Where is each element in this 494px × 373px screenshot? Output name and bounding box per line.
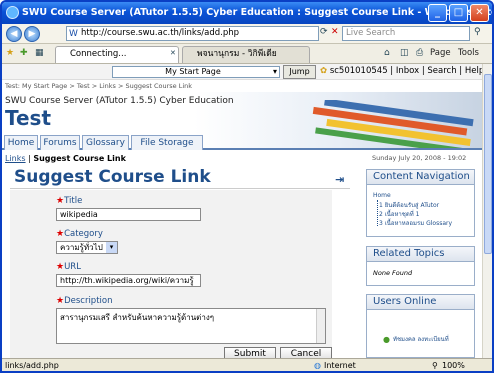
online-user[interactable]: ทัชมงคล ลงทะเบียนที่ (393, 334, 449, 344)
tab-forums[interactable]: Forums (40, 135, 80, 150)
jump-select[interactable]: My Start Page ▾ (112, 66, 280, 78)
course-nav-tabs: Home Forums Glossary File Storage (2, 134, 482, 150)
page-scrollbar[interactable] (482, 64, 492, 358)
tree-line (377, 200, 378, 226)
tab-file-storage[interactable]: File Storage (131, 135, 203, 150)
close-button[interactable]: ✕ (470, 4, 489, 22)
date-text: Sunday July 20, 2008 - 19:02 (372, 154, 467, 162)
tab-home[interactable]: Home (4, 135, 38, 150)
home-icon[interactable]: ⌂ (384, 48, 390, 58)
status-url: links/add.php (5, 361, 59, 370)
chevron-down-icon: ▾ (106, 242, 117, 253)
category-label: ★Category (56, 229, 103, 239)
title-label-text: Title (64, 196, 83, 206)
window-title: SWU Course Server (ATutor 1.5.5) Cyber E… (22, 7, 492, 18)
refresh-icon[interactable]: ⟳ (320, 27, 328, 37)
textarea-scrollbar[interactable] (316, 309, 325, 343)
stop-icon[interactable]: ✕ (331, 27, 339, 37)
users-online-title: Users Online (367, 295, 474, 310)
description-label: ★Description (56, 296, 113, 306)
scroll-thumb[interactable] (484, 74, 492, 254)
top-strip: My Start Page ▾ Jump ✿ sc501010545 | Inb… (2, 64, 482, 80)
title-label: ★Title (56, 196, 82, 206)
search-input[interactable]: Live Search (342, 26, 470, 41)
tab-glossary[interactable]: Glossary (82, 135, 129, 150)
users-online-box: Users Online ● ทัชมงคล ลงทะเบียนที่ (366, 294, 475, 358)
address-bar-row: ◀ ▶ W http://course.swu.ac.th/links/add.… (2, 24, 492, 44)
content-nav-item[interactable]: 3 เนื้อหาหลอมรม Glossary (379, 218, 452, 228)
tab-list-icon[interactable]: ▦ (35, 48, 44, 58)
required-icon: ★ (56, 196, 65, 206)
breadcrumb[interactable]: Test: My Start Page > Test > Links > Sug… (5, 82, 192, 90)
cancel-button[interactable]: Cancel (280, 347, 332, 358)
suggest-link-form: ★Title wikipedia ★Category ความรู้ทั่วไป… (10, 190, 332, 358)
tab-connecting[interactable]: Connecting... (55, 46, 179, 63)
maximize-button[interactable]: □ (449, 4, 468, 22)
feeds-icon[interactable]: ◫ (400, 48, 409, 58)
links-link[interactable]: Links (5, 154, 26, 163)
page-favicon-icon: W (69, 29, 78, 39)
title-input[interactable]: wikipedia (56, 208, 201, 221)
forward-icon[interactable]: ▶ (24, 26, 40, 42)
address-text: http://course.swu.ac.th/links/add.php (81, 28, 239, 38)
back-icon[interactable]: ◀ (6, 26, 22, 42)
zoom-icon: ⚲ (432, 361, 438, 370)
site-name: SWU Course Server (ATutor 1.5.5) Cyber E… (5, 96, 234, 106)
page-heading: Suggest Course Link (14, 167, 211, 187)
collapse-menu-icon[interactable]: ⇥ (335, 173, 344, 186)
required-icon: ★ (56, 296, 65, 306)
url-input[interactable]: http://th.wikipedia.org/wiki/ความรู้ (56, 274, 201, 287)
related-topics-text: None Found (373, 269, 413, 277)
related-topics-title: Related Topics (367, 247, 474, 262)
status-bar: links/add.php ◍ Internet ⚲ 100% (2, 358, 492, 371)
category-select[interactable]: ความรู้ทั่วไป ▾ (56, 241, 118, 254)
page-content: My Start Page ▾ Jump ✿ sc501010545 | Inb… (2, 64, 482, 358)
category-select-value: ความรู้ทั่วไป (60, 243, 103, 252)
print-icon[interactable]: ⎙ (416, 48, 423, 58)
related-topics-box: Related Topics None Found (366, 246, 475, 286)
url-label: ★URL (56, 262, 81, 272)
required-icon: ★ (56, 229, 65, 239)
tab-close-icon[interactable]: ✕ (170, 49, 176, 57)
user-links[interactable]: ✿ sc501010545 | Inbox | Search | Help | … (320, 66, 482, 76)
page-menu[interactable]: Page (430, 48, 451, 58)
content-nav-home[interactable]: Home (373, 192, 391, 199)
jump-button[interactable]: Jump (283, 65, 316, 79)
subnav-current: Suggest Course Link (33, 154, 126, 163)
title-bar: SWU Course Server (ATutor 1.5.5) Cyber E… (2, 2, 492, 24)
tab-wikipedia[interactable]: พจนานุกรม - วิกิพีเดีย (182, 46, 310, 63)
user-icon: ● (383, 335, 390, 344)
add-favorites-icon[interactable]: ✚ (20, 48, 28, 58)
submit-button[interactable]: Submit (224, 347, 276, 358)
description-label-text: Description (64, 296, 113, 306)
course-header: SWU Course Server (ATutor 1.5.5) Cyber E… (2, 92, 482, 150)
required-icon: ★ (56, 262, 65, 272)
chevron-down-icon: ▾ (272, 67, 277, 76)
category-label-text: Category (64, 229, 103, 239)
user-links-text: sc501010545 | Inbox | Search | Help | Lo… (329, 66, 482, 76)
jump-select-value: My Start Page (165, 67, 221, 76)
course-title: Test (5, 106, 52, 130)
url-label-text: URL (64, 262, 81, 272)
tab-bar: ★ ✚ ▦ Connecting... ✕ พจนานุกรม - วิกิพี… (2, 44, 492, 64)
subnav: Links | Suggest Course Link (5, 154, 126, 163)
content-navigation-box: Content Navigation Home 1 ยินดีต้อนรับสู… (366, 169, 475, 237)
tab-label: Connecting... (70, 49, 127, 59)
tab-label: พจนานุกรม - วิกิพีเดีย (197, 49, 277, 59)
heading-divider (10, 188, 350, 189)
search-icon[interactable]: ⚲ (474, 27, 481, 37)
address-input[interactable]: W http://course.swu.ac.th/links/add.php (66, 26, 319, 41)
description-textarea[interactable]: สารานุกรมเสรี สำหรับค้นหาความรู้ด้านต่าง… (56, 308, 326, 344)
minimize-button[interactable]: _ (428, 4, 447, 22)
zoom-level[interactable]: 100% (442, 359, 465, 371)
globe-icon: ◍ (314, 361, 321, 370)
browser-window: SWU Course Server (ATutor 1.5.5) Cyber E… (0, 0, 494, 373)
tools-menu[interactable]: Tools (458, 48, 479, 58)
content-navigation-title: Content Navigation (367, 170, 474, 185)
ie-icon (6, 6, 19, 19)
favorites-star-icon[interactable]: ★ (6, 48, 14, 58)
star-icon: ✿ (320, 66, 328, 76)
status-zone: Internet (324, 361, 356, 370)
